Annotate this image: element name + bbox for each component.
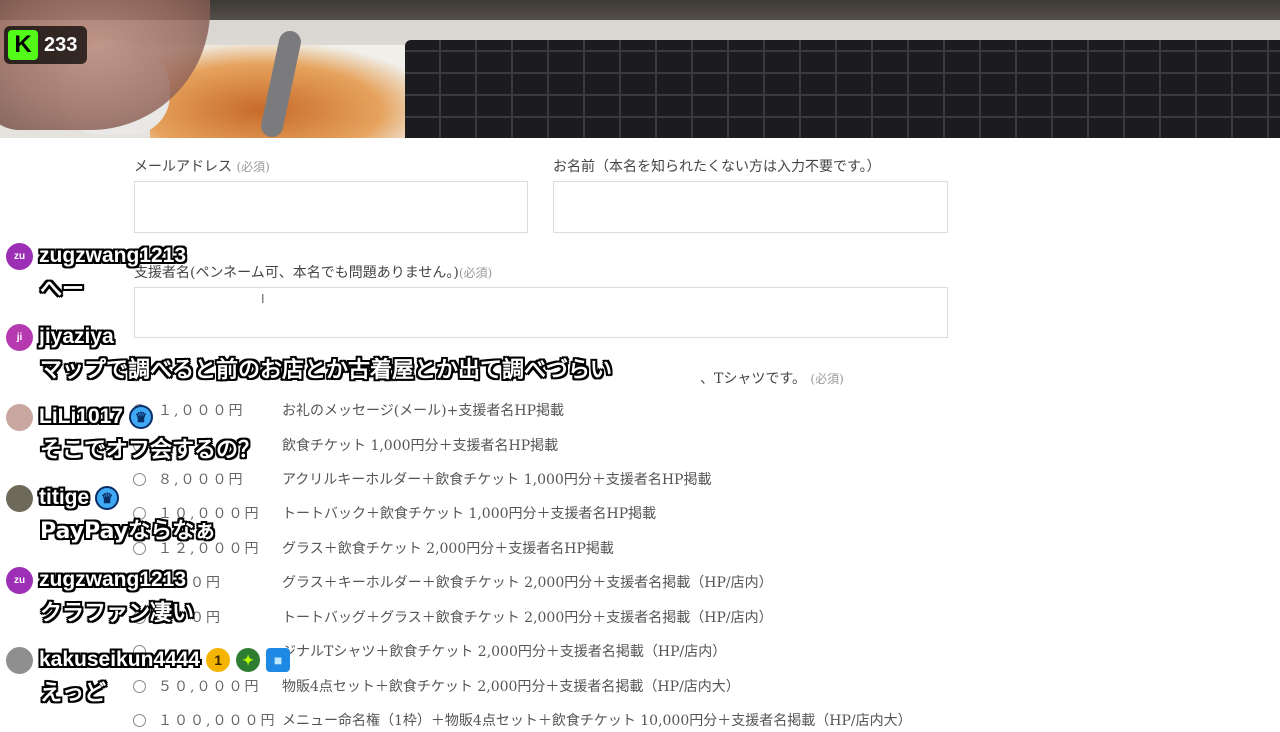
radio-button[interactable] — [133, 541, 146, 555]
email-field[interactable] — [134, 181, 528, 233]
radio-button[interactable] — [133, 472, 146, 486]
webcam-feed — [0, 0, 1280, 138]
plan-option[interactable]: 飲食チケット 1,000円分＋支援者名HP掲載 — [133, 433, 558, 457]
radio-button[interactable] — [133, 644, 146, 658]
plan-price: ５０,０００円 — [158, 679, 261, 695]
plan-price: １０,０００円 — [158, 506, 261, 522]
viewer-count: 233 — [44, 33, 78, 56]
plan-price: ８,０００円 — [158, 472, 245, 488]
radio-button[interactable] — [133, 438, 146, 452]
plan-option[interactable]: １,０００円 お礼のメッセージ(メール)+支援者名HP掲載 — [133, 398, 564, 422]
plan-description: お礼のメッセージ(メール)+支援者名HP掲載 — [282, 403, 565, 419]
plan-price: ０００円 — [158, 610, 222, 626]
plan-option[interactable]: １０,０００円 トートバック＋飲食チケット 1,000円分＋支援者名HP掲載 — [133, 501, 656, 525]
text-cursor-icon: I — [261, 292, 265, 306]
kick-logo-icon: K — [8, 30, 38, 60]
plan-option[interactable]: ８,０００円 アクリルキーホルダー＋飲食チケット 1,000円分＋支援者名HP掲載 — [133, 467, 711, 491]
plan-description: トートバック＋飲食チケット 1,000円分＋支援者名HP掲載 — [282, 506, 657, 522]
plan-price: １００,０００円 — [158, 713, 277, 729]
plan-option[interactable]: ジナルTシャツ＋飲食チケット 2,000円分＋支援者名掲載（HP/店内） — [133, 639, 726, 663]
plan-description: ジナルTシャツ＋飲食チケット 2,000円分＋支援者名掲載（HP/店内） — [282, 644, 727, 660]
plan-option[interactable]: １２,０００円 グラス＋飲食チケット 2,000円分＋支援者名HP掲載 — [133, 536, 614, 560]
radio-button[interactable] — [133, 713, 146, 727]
viewer-count-badge: K 233 — [4, 26, 88, 64]
radio-button[interactable] — [133, 506, 146, 520]
plan-price: ０００円 — [158, 575, 222, 591]
radio-button[interactable] — [133, 575, 146, 589]
plan-description: メニュー命名権（1枠）＋物販4点セット＋飲食チケット 10,000円分＋支援者名… — [282, 713, 912, 729]
radio-button[interactable] — [133, 610, 146, 624]
name-label: お名前（本名を知られたくない方は入力不要です。） — [553, 159, 881, 175]
plan-description: アクリルキーホルダー＋飲食チケット 1,000円分＋支援者名HP掲載 — [282, 472, 712, 488]
email-label: メールアドレス (必須) — [134, 159, 270, 175]
radio-button[interactable] — [133, 679, 146, 693]
plan-price: １,０００円 — [158, 403, 245, 419]
plan-option[interactable]: ０００円 トートバッグ＋グラス＋飲食チケット 2,000円分＋支援者名掲載（HP/… — [133, 605, 773, 629]
plan-description: 飲食チケット 1,000円分＋支援者名HP掲載 — [282, 438, 559, 454]
plan-option[interactable]: ５０,０００円 物販4点セット＋飲食チケット 2,000円分＋支援者名掲載（HP/… — [133, 674, 740, 698]
plan-description: 物販4点セット＋飲食チケット 2,000円分＋支援者名掲載（HP/店内大） — [282, 679, 740, 695]
supporter-name-label: 支援者名(ペンネーム可、本名でも問題ありません。)(必須) — [134, 265, 493, 281]
supporter-name-field[interactable] — [134, 287, 948, 338]
plan-label: 、Tシャツです。 (必須) — [700, 371, 844, 387]
plan-option[interactable]: １００,０００円 メニュー命名権（1枠）＋物販4点セット＋飲食チケット 10,00… — [133, 708, 912, 732]
plan-description: トートバッグ＋グラス＋飲食チケット 2,000円分＋支援者名掲載（HP/店内） — [282, 610, 773, 626]
plan-option[interactable]: ０００円 グラス＋キーホルダー＋飲食チケット 2,000円分＋支援者名掲載（HP/… — [133, 570, 773, 594]
plan-price: １２,０００円 — [158, 541, 261, 557]
plan-description: グラス＋飲食チケット 2,000円分＋支援者名HP掲載 — [282, 541, 614, 557]
name-field[interactable] — [553, 181, 948, 233]
plan-description: グラス＋キーホルダー＋飲食チケット 2,000円分＋支援者名掲載（HP/店内） — [282, 575, 773, 591]
radio-button[interactable] — [133, 403, 146, 417]
keyboard — [405, 40, 1280, 138]
